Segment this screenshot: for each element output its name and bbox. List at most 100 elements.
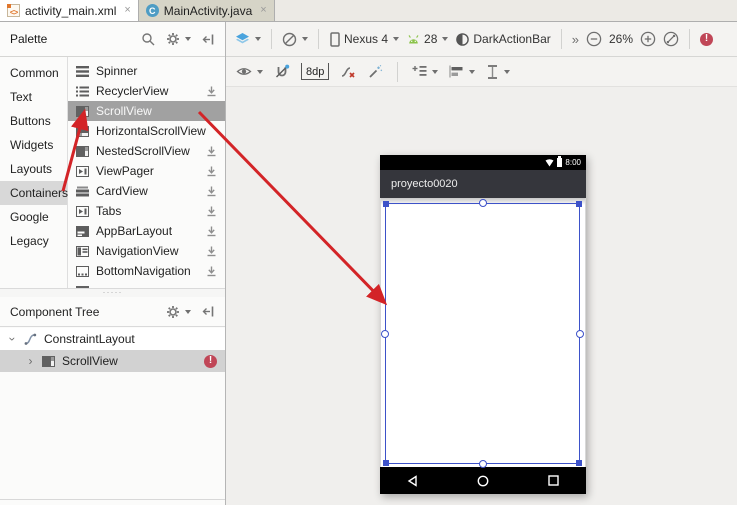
chevron-down-icon — [185, 310, 191, 314]
error-badge[interactable]: ! — [204, 355, 217, 368]
panel-splitter[interactable]: ····· — [0, 288, 225, 297]
component-row-clipped[interactable] — [68, 281, 225, 288]
component-recyclerview[interactable]: RecyclerView — [68, 81, 225, 101]
category-google[interactable]: Google — [0, 205, 67, 229]
component-viewpager[interactable]: ViewPager — [68, 161, 225, 181]
component-appbarlayout[interactable]: AppBarLayout — [68, 221, 225, 241]
recents-icon — [548, 475, 559, 486]
component-spinner[interactable]: Spinner — [68, 61, 225, 81]
category-layouts[interactable]: Layouts — [0, 157, 67, 181]
download-icon[interactable] — [206, 266, 217, 277]
spinner-icon — [76, 66, 89, 77]
tab-mainactivity-java[interactable]: C MainActivity.java × — [139, 0, 275, 21]
pack-button[interactable] — [412, 65, 438, 78]
resize-handle-bottom-left[interactable] — [383, 460, 389, 466]
component-tabs[interactable]: Tabs — [68, 201, 225, 221]
palette-categories: Common Text Buttons Widgets Layouts Cont… — [0, 57, 68, 288]
design-surface[interactable]: 8:00 proyecto0020 — [226, 87, 737, 505]
zoom-in-icon[interactable] — [640, 31, 656, 47]
distribute-button[interactable] — [486, 65, 510, 79]
category-text[interactable]: Text — [0, 85, 67, 109]
magic-wand-icon — [367, 65, 383, 79]
orientation-button[interactable] — [282, 32, 308, 47]
hide-panel-icon[interactable] — [202, 305, 215, 318]
resize-handle-bottom-right[interactable] — [576, 460, 582, 466]
resize-handle-top-right[interactable] — [576, 201, 582, 207]
download-icon[interactable] — [206, 226, 217, 237]
palette-options-button[interactable] — [166, 32, 191, 46]
close-icon[interactable]: × — [124, 5, 130, 16]
tab-activity-main-xml[interactable]: <> activity_main.xml × — [0, 0, 139, 21]
editor-tab-strip: <> activity_main.xml × C MainActivity.ja… — [0, 0, 737, 22]
component-navigationview[interactable]: NavigationView — [68, 241, 225, 261]
category-widgets[interactable]: Widgets — [0, 133, 67, 157]
theme-selector[interactable]: DarkActionBar — [455, 32, 550, 47]
toolbar-separator — [561, 29, 562, 49]
theme-label: DarkActionBar — [473, 32, 550, 46]
anchor-left[interactable] — [381, 330, 389, 338]
search-icon[interactable] — [141, 32, 155, 46]
download-icon[interactable] — [206, 246, 217, 257]
autoconnect-toggle[interactable] — [274, 64, 290, 79]
category-common[interactable]: Common — [0, 61, 67, 85]
anchor-right[interactable] — [576, 330, 584, 338]
back-icon — [407, 475, 418, 487]
preview-status-bar: 8:00 — [380, 155, 586, 170]
navigationview-icon — [76, 246, 89, 257]
category-buttons[interactable]: Buttons — [0, 109, 67, 133]
anchor-top[interactable] — [479, 199, 487, 207]
api-selector[interactable]: 28 — [406, 32, 448, 46]
component-scrollview[interactable]: ScrollView — [68, 101, 225, 121]
default-margin-selector[interactable]: 8dp — [301, 63, 329, 80]
close-icon[interactable]: × — [260, 5, 266, 16]
zoom-out-icon[interactable] — [586, 31, 602, 47]
zoom-to-fit-icon[interactable] — [663, 31, 679, 47]
clear-constraints-icon — [340, 65, 356, 79]
recyclerview-icon — [76, 86, 89, 97]
resize-handle-top-left[interactable] — [383, 201, 389, 207]
errors-button[interactable]: ! — [700, 33, 713, 46]
java-class-icon: C — [146, 4, 159, 17]
clear-constraints-button[interactable] — [340, 65, 356, 79]
design-mode-button[interactable] — [235, 32, 261, 46]
cardview-icon — [76, 186, 89, 197]
infer-constraints-button[interactable] — [367, 65, 383, 79]
appbarlayout-icon — [76, 226, 89, 237]
component-nestedscrollview[interactable]: NestedScrollView — [68, 141, 225, 161]
tree-node-scrollview[interactable]: › ScrollView ! — [0, 350, 225, 372]
component-cardview[interactable]: CardView — [68, 181, 225, 201]
layers-icon — [235, 32, 250, 46]
toolbar-overflow-button[interactable]: » — [572, 32, 579, 47]
chevron-down-icon — [257, 70, 263, 74]
wifi-icon — [545, 159, 554, 167]
anchor-bottom[interactable] — [479, 460, 487, 468]
constraintlayout-icon — [24, 333, 37, 345]
component-tree-title: Component Tree — [10, 305, 99, 319]
download-icon[interactable] — [206, 206, 217, 217]
preview-navigation-bar — [380, 467, 586, 494]
expander-icon[interactable]: › — [6, 335, 20, 344]
download-icon[interactable] — [206, 166, 217, 177]
view-options-button[interactable] — [236, 65, 263, 78]
expander-icon[interactable]: › — [26, 354, 35, 368]
status-time: 8:00 — [565, 158, 581, 167]
download-icon[interactable] — [206, 146, 217, 157]
xml-file-icon: <> — [7, 4, 20, 17]
nestedscrollview-icon — [76, 146, 89, 157]
device-selector[interactable]: Nexus 4 — [329, 32, 399, 47]
scrollview-selection[interactable] — [385, 203, 580, 464]
tree-options-button[interactable] — [166, 305, 191, 319]
category-containers[interactable]: Containers — [0, 181, 67, 205]
toolbar-separator — [397, 62, 398, 82]
category-legacy[interactable]: Legacy — [0, 229, 67, 253]
component-bottomnavigation[interactable]: BottomNavigation — [68, 261, 225, 281]
hide-panel-icon[interactable] — [202, 33, 215, 46]
download-icon[interactable] — [206, 86, 217, 97]
chevron-down-icon — [504, 70, 510, 74]
download-icon[interactable] — [206, 186, 217, 197]
component-horizontalscrollview[interactable]: HorizontalScrollView — [68, 121, 225, 141]
api-level-label: 28 — [424, 32, 437, 46]
scrollview-icon — [76, 106, 89, 117]
align-button[interactable] — [449, 65, 475, 78]
tree-node-constraintlayout[interactable]: › ConstraintLayout — [0, 328, 225, 350]
